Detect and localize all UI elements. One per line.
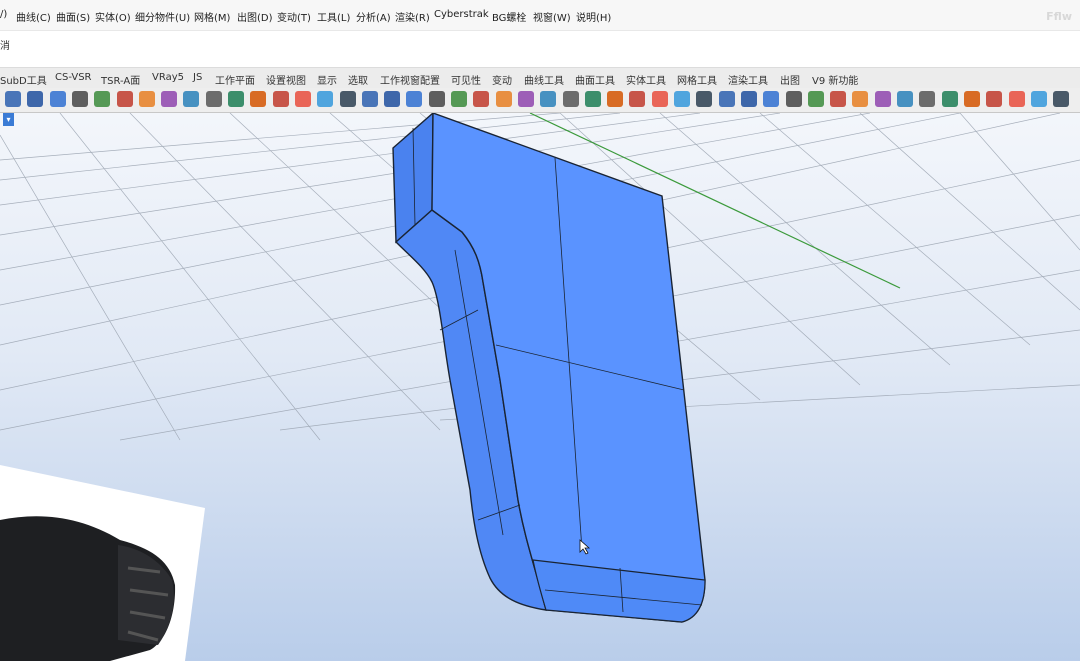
half-square-icon[interactable] (763, 91, 780, 107)
texture-icon[interactable] (94, 91, 111, 107)
sketch-icon[interactable] (428, 91, 445, 107)
extrude-icon[interactable] (584, 91, 601, 107)
tab-1[interactable]: CS-VSR (55, 72, 92, 83)
viewport-canvas (0, 113, 1080, 661)
dome-icon[interactable] (27, 91, 44, 107)
gear-b-icon[interactable] (986, 91, 1003, 107)
tab-6[interactable]: 设置视图 (266, 72, 306, 87)
menu-item[interactable]: 网格(M) (194, 9, 230, 24)
crop-icon[interactable] (562, 91, 579, 107)
frame-icon[interactable] (250, 91, 267, 107)
gumball-icon[interactable] (517, 91, 534, 107)
phone-icon[interactable] (495, 91, 512, 107)
tab-11[interactable]: 变动 (492, 72, 512, 87)
curve-icon[interactable] (651, 91, 668, 107)
frame-view-icon[interactable] (1053, 91, 1070, 107)
menu-item[interactable]: 实体(O) (95, 9, 131, 24)
menu-item[interactable]: Cyberstrak (434, 9, 489, 20)
tab-12[interactable]: 曲线工具 (524, 72, 564, 87)
menu-item[interactable]: 渲染(R) (395, 9, 430, 24)
watermark-text: Fflw (1046, 10, 1072, 23)
tab-2[interactable]: TSR-A面 (101, 72, 140, 87)
diamond-icon[interactable] (451, 91, 467, 107)
box-3d-icon[interactable] (473, 91, 490, 107)
toolbar-tab-bar: SubD工具 CS-VSR TSR-A面 VRay5 JS 工作平面 设置视图 显示 选取 工作视… (0, 68, 1080, 88)
gold-cube-icon[interactable] (852, 91, 869, 107)
move-icon[interactable] (361, 91, 378, 107)
image-frame-icon[interactable] (540, 91, 557, 107)
tab-9[interactable]: 工作视窗配置 (380, 72, 440, 87)
menu-item[interactable]: 分析(A) (356, 9, 391, 24)
paint-bucket-icon[interactable] (183, 91, 200, 107)
matrix-icon[interactable] (228, 91, 244, 107)
menu-item[interactable]: 说明(H) (576, 9, 611, 24)
target-icon[interactable] (294, 91, 311, 107)
menu-item[interactable]: 细分物件(U) (135, 9, 190, 24)
menu-item[interactable]: 视窗(W) (533, 9, 571, 24)
add-box-icon[interactable] (272, 91, 289, 107)
reference-photo (0, 465, 205, 661)
tab-5[interactable]: 工作平面 (215, 72, 255, 87)
tab-0[interactable]: SubD工具 (0, 72, 47, 87)
brush-icon[interactable] (629, 91, 646, 107)
arc-icon[interactable] (897, 91, 913, 107)
blue-cube-icon[interactable] (941, 91, 958, 107)
dashed-box-icon[interactable] (830, 91, 847, 107)
viewport-menu-arrow[interactable]: ▾ (3, 113, 14, 126)
spiral-icon[interactable] (807, 91, 824, 107)
grid-cube-icon[interactable] (785, 91, 802, 107)
perspective-viewport[interactable]: ▾ (0, 113, 1080, 661)
rotate-icon[interactable] (339, 91, 356, 107)
tab-15[interactable]: 网格工具 (677, 72, 717, 87)
cube-icon[interactable] (71, 91, 88, 107)
sphere-icon[interactable] (718, 91, 735, 107)
gear-c-icon[interactable] (1008, 91, 1025, 107)
dots-ring-icon[interactable] (674, 91, 690, 107)
menu-item[interactable]: 曲面(S) (56, 9, 90, 24)
menu-item[interactable]: 出图(D) (237, 9, 273, 24)
main-toolbar (0, 88, 1080, 113)
tab-17[interactable]: 出图 (780, 72, 800, 87)
command-area[interactable]: 消 (0, 31, 1080, 68)
car-shell-icon[interactable] (49, 91, 66, 107)
menu-bar: Fflw /) 曲线(C) 曲面(S) 实体(O) 细分物件(U) 网格(M) 出图(D) 变… (0, 0, 1080, 31)
tab-18[interactable]: V9 新功能 (812, 72, 858, 87)
blue-handle-model[interactable] (392, 113, 706, 623)
grid-pattern-icon[interactable] (205, 91, 222, 107)
loft-icon[interactable] (406, 91, 423, 107)
command-history-text: 消 (0, 41, 10, 52)
tab-14[interactable]: 实体工具 (626, 72, 666, 87)
tab-16[interactable]: 渲染工具 (728, 72, 768, 87)
edit-surface-icon[interactable] (317, 91, 334, 107)
curve-edit-icon[interactable] (874, 91, 891, 107)
menu-item[interactable]: BG螺栓 (492, 9, 526, 24)
solid-box-icon[interactable] (5, 91, 21, 107)
project-icon[interactable] (696, 91, 713, 107)
walker-icon[interactable] (919, 91, 936, 107)
menu-item[interactable]: 曲线(C) (16, 9, 51, 24)
gear-a-icon[interactable] (963, 91, 980, 107)
tab-13[interactable]: 曲面工具 (575, 72, 615, 87)
mesh-icon[interactable] (607, 91, 624, 107)
tab-3[interactable]: VRay5 (152, 72, 184, 83)
export-icon[interactable] (1030, 91, 1047, 107)
tab-10[interactable]: 可见性 (451, 72, 481, 87)
scissors-icon[interactable] (116, 91, 133, 107)
gradient-icon[interactable] (138, 91, 155, 107)
stack-icon[interactable] (161, 91, 178, 107)
menu-item[interactable]: 变动(T) (277, 9, 311, 24)
cylinder-icon[interactable] (384, 91, 401, 107)
bomb-icon[interactable] (740, 91, 757, 107)
tab-8[interactable]: 选取 (348, 72, 368, 87)
tab-4[interactable]: JS (193, 72, 202, 83)
menu-item[interactable]: 工具(L) (317, 9, 350, 24)
tab-7[interactable]: 显示 (317, 72, 337, 87)
menu-item[interactable]: /) (0, 9, 7, 20)
